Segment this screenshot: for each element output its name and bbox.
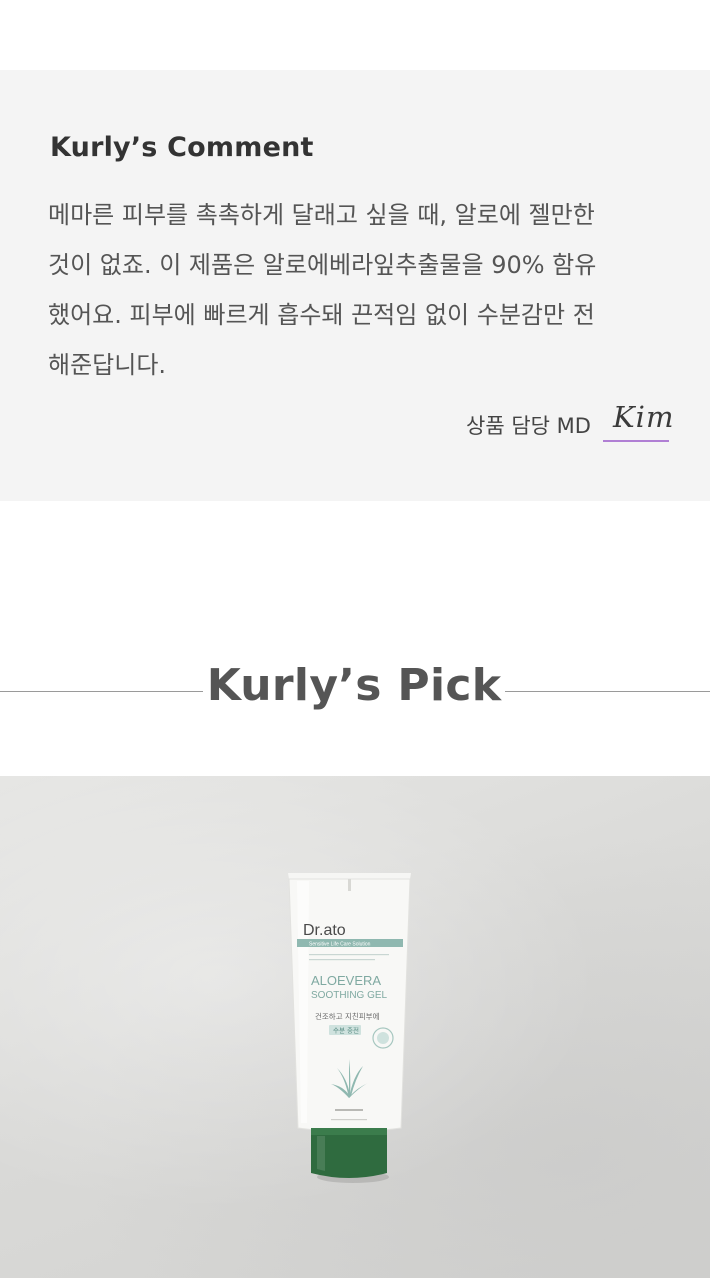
comment-line: 했어요. 피부에 빠르게 흡수돼 끈적임 없이 수분감만 전 xyxy=(48,301,595,329)
tube-korean-line2: 수분 충전 xyxy=(333,1026,359,1035)
comment-line: 해준답니다. xyxy=(48,351,167,379)
md-label: 상품 담당 MD xyxy=(466,414,591,438)
comment-heading: Kurly’s Comment xyxy=(50,132,314,163)
comment-body: 메마른 피부를 촉촉하게 달래고 싶을 때, 알로에 젤만한 것이 없죠. 이 … xyxy=(48,190,668,390)
product-detail-page: Kurly’s Comment 메마른 피부를 촉촉하게 달래고 싶을 때, 알… xyxy=(0,0,710,1278)
product-photo: Dr.ato Sensitive Life Care Solution ALOE… xyxy=(0,776,710,1278)
comment-line: 메마른 피부를 촉촉하게 달래고 싶을 때, 알로에 젤만한 xyxy=(48,201,595,229)
tube-name-line1: ALOEVERA xyxy=(311,973,381,988)
tube-brand: Dr.ato xyxy=(303,922,346,939)
pick-divider-right xyxy=(505,691,710,692)
md-signature: Kim xyxy=(603,400,673,442)
tube-line: Sensitive Life Care Solution xyxy=(309,942,371,948)
pick-title: Kurly’s Pick xyxy=(206,660,502,711)
pick-divider-left xyxy=(0,691,203,692)
tube-name-line2: SOOTHING GEL xyxy=(311,990,388,1001)
comment-line: 것이 없죠. 이 제품은 알로에베라잎추출물을 90% 함유 xyxy=(48,251,597,279)
tube-korean-line1: 건조하고 지친피부에 xyxy=(315,1011,380,1021)
md-signature-text: Kim xyxy=(613,400,675,434)
aloe-gel-tube-image: Dr.ato Sensitive Life Care Solution ALOE… xyxy=(288,873,411,1183)
